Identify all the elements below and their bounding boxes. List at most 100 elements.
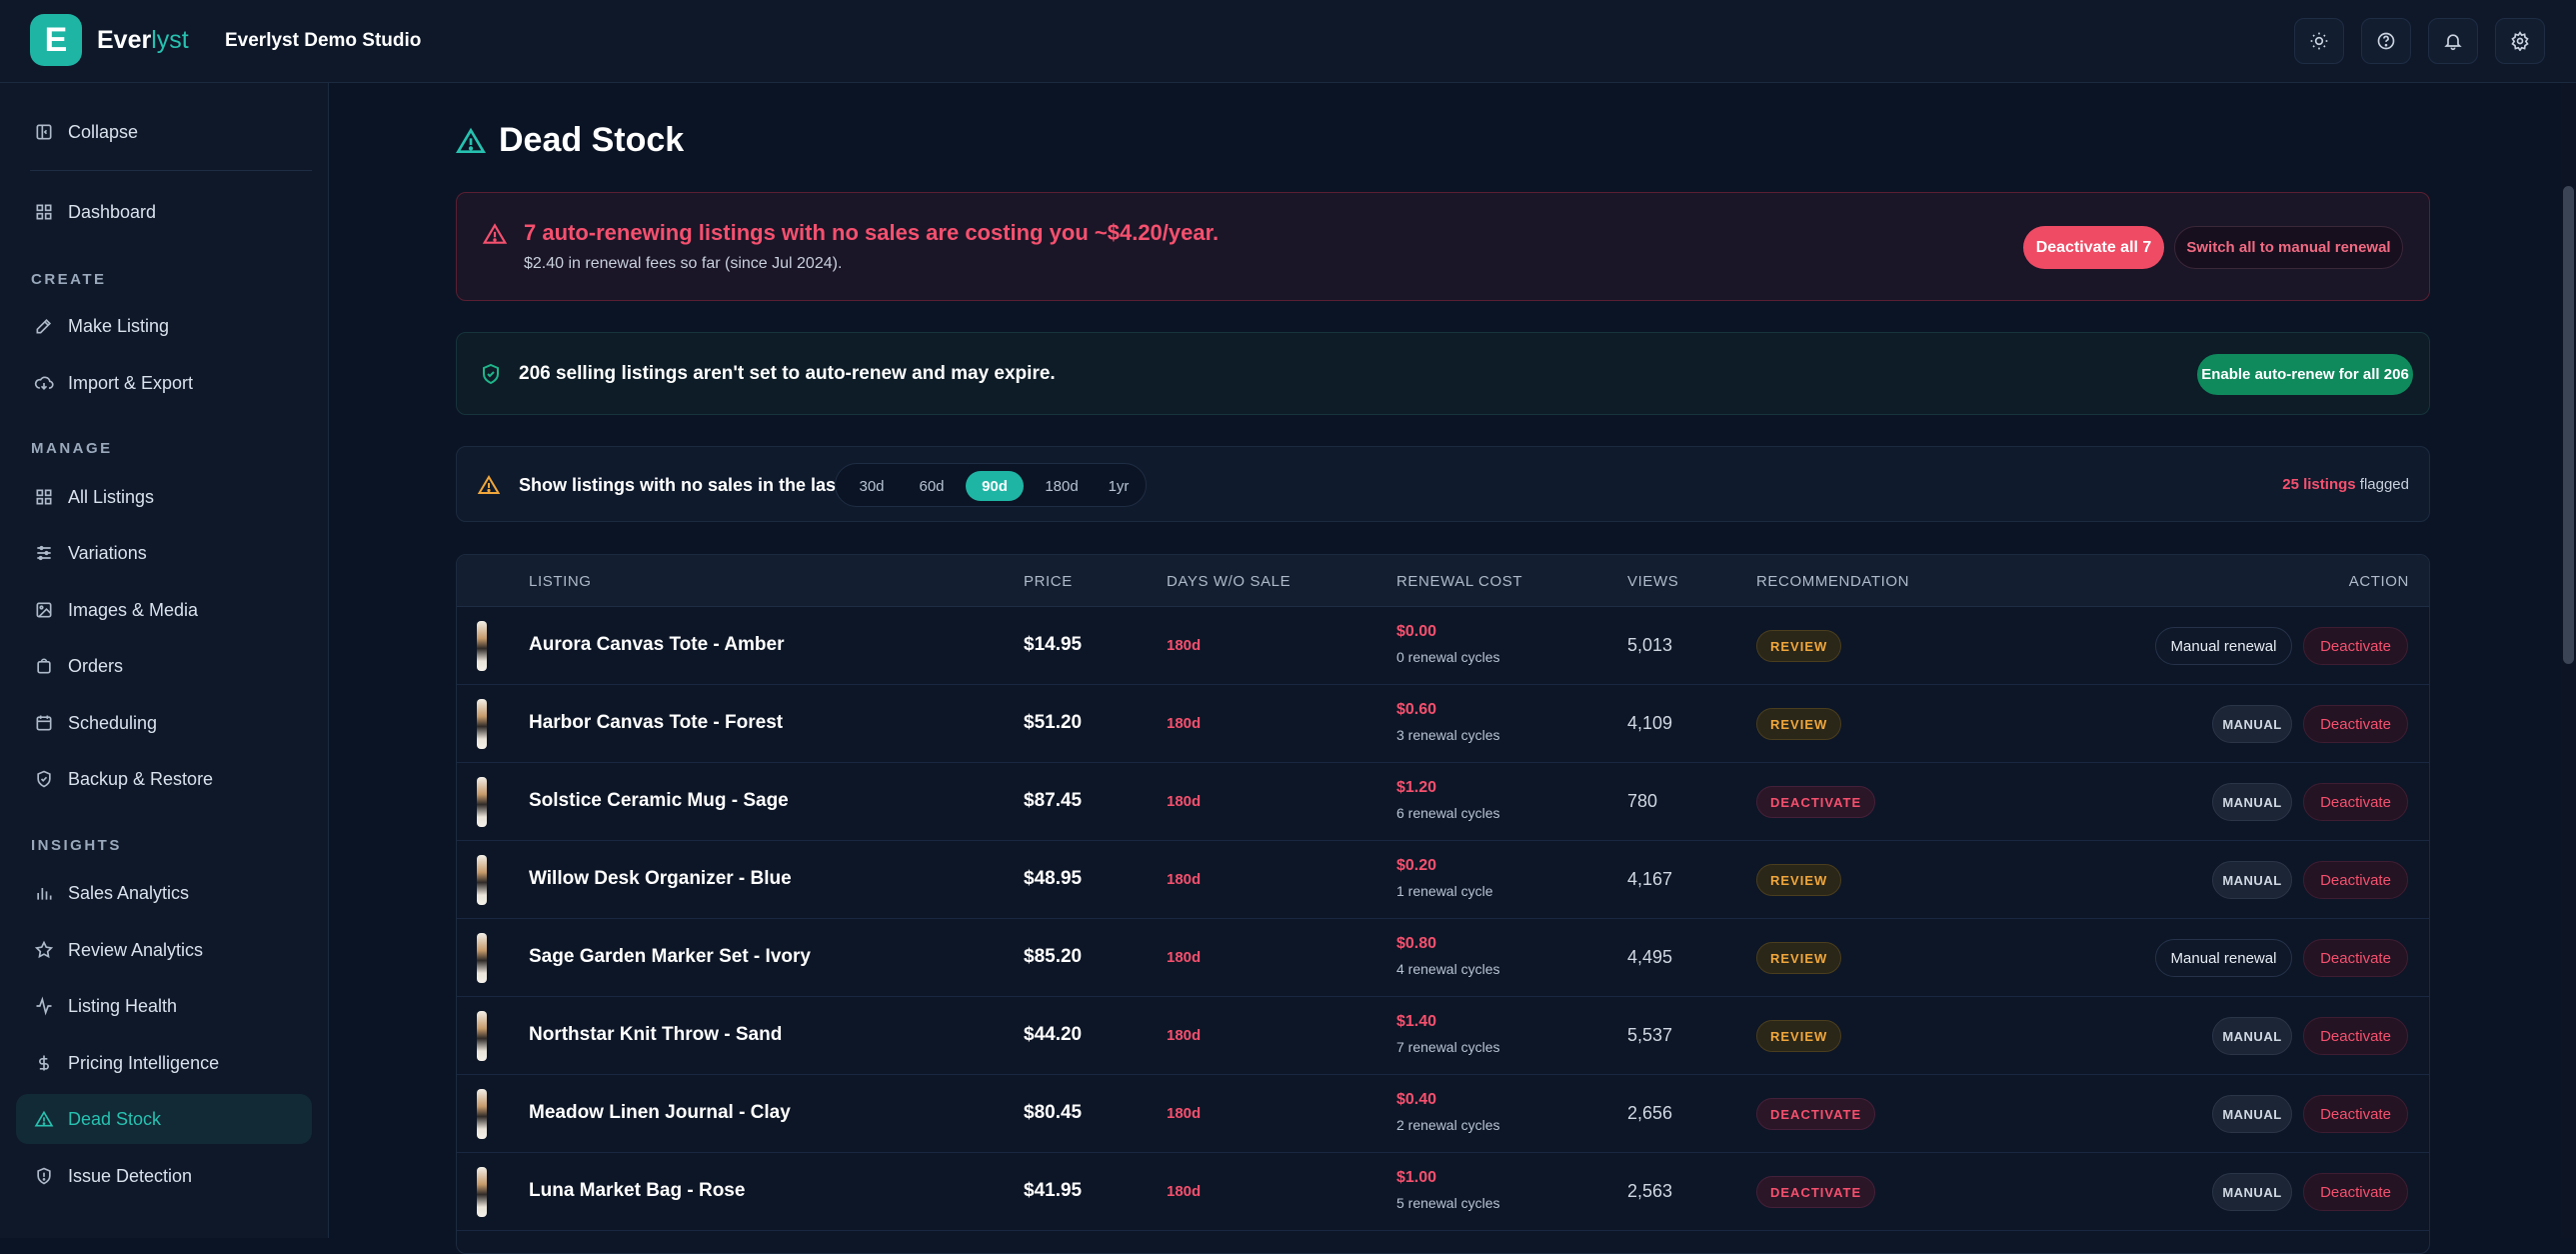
page-scrollbar[interactable]	[2561, 83, 2576, 1238]
sidebar-item-dashboard[interactable]: Dashboard	[16, 187, 312, 237]
deactivate-all-button[interactable]: Deactivate all 7	[2023, 226, 2164, 269]
manual-button[interactable]: MANUAL	[2212, 1017, 2292, 1055]
auto-renew-banner: 206 selling listings aren't set to auto-…	[456, 332, 2430, 415]
column-header-renewal-cost[interactable]: RENEWAL COST	[1396, 573, 1522, 590]
theme-toggle-button[interactable]	[2294, 18, 2344, 64]
studio-name[interactable]: Everlyst Demo Studio	[225, 30, 421, 52]
manual-renewal-button[interactable]: Manual renewal	[2155, 939, 2292, 977]
listing-thumbnail[interactable]	[477, 1011, 487, 1061]
logo-letter: E	[44, 20, 68, 59]
deactivate-button[interactable]: Deactivate	[2303, 861, 2408, 899]
listing-name[interactable]: Meadow Linen Journal - Clay	[529, 1102, 791, 1124]
column-header-views[interactable]: VIEWS	[1627, 573, 1678, 590]
period-option-30d[interactable]: 30d	[846, 471, 898, 501]
deactivate-button[interactable]: Deactivate	[2303, 1095, 2408, 1133]
sidebar-item-all-listings[interactable]: All Listings	[16, 472, 312, 522]
gear-icon	[2511, 31, 2529, 51]
deactivate-button[interactable]: Deactivate	[2303, 705, 2408, 743]
listing-name[interactable]: Sage Garden Marker Set - Ivory	[529, 946, 811, 968]
listing-name[interactable]: Northstar Knit Throw - Sand	[529, 1024, 782, 1046]
listing-name[interactable]: Willow Desk Organizer - Blue	[529, 868, 792, 890]
renewal-cycles: 5 renewal cycles	[1396, 1195, 1500, 1211]
listing-views: 4,495	[1627, 947, 1673, 967]
manual-button[interactable]: MANUAL	[2212, 705, 2292, 743]
listing-thumbnail[interactable]	[477, 855, 487, 905]
table-row[interactable]: Northstar Knit Throw - Sand $44.20 180d $1.…	[457, 997, 2429, 1075]
sidebar-item-scheduling[interactable]: Scheduling	[16, 698, 312, 748]
listing-price: $80.45	[1024, 1102, 1083, 1123]
star-icon	[34, 940, 54, 959]
renewal-cost: $1.20	[1396, 779, 1437, 796]
sidebar-item-orders[interactable]: Orders	[16, 641, 312, 691]
listing-price: $41.95	[1024, 1180, 1083, 1201]
app-logo[interactable]: E	[30, 14, 82, 66]
period-option-180d[interactable]: 180d	[1032, 471, 1092, 501]
listing-thumbnail[interactable]	[477, 699, 487, 749]
shield-alert-icon	[37, 1167, 51, 1185]
sidebar-item-listing-health[interactable]: Listing Health	[16, 981, 312, 1031]
sun-icon	[2310, 32, 2328, 50]
listing-views: 2,563	[1627, 1181, 1673, 1201]
table-row[interactable]: Sage Garden Marker Set - Ivory $85.20 180d…	[457, 919, 2429, 997]
alert-headline: 7 auto-renewing listings with no sales a…	[524, 220, 1220, 245]
listing-name[interactable]: Aurora Canvas Tote - Amber	[529, 634, 785, 656]
help-button[interactable]	[2361, 18, 2411, 64]
settings-button[interactable]	[2495, 18, 2545, 64]
table-row[interactable]: Harbor Canvas Tote - Forest $51.20 180d $0.…	[457, 685, 2429, 763]
table-row[interactable]: Willow Desk Organizer - Blue $48.95 180d $0…	[457, 841, 2429, 919]
period-option-60d[interactable]: 60d	[906, 471, 958, 501]
listing-thumbnail[interactable]	[477, 1167, 487, 1217]
switch-manual-renewal-button[interactable]: Switch all to manual renewal	[2174, 226, 2403, 269]
sidebar-item-images-media[interactable]: Images & Media	[16, 585, 312, 635]
manual-renewal-button[interactable]: Manual renewal	[2155, 627, 2292, 665]
table-row[interactable]: Aurora Canvas Tote - Amber $14.95 180d $0.0…	[457, 607, 2429, 685]
notifications-button[interactable]	[2428, 18, 2478, 64]
column-header-recommendation[interactable]: RECOMMENDATION	[1756, 573, 1909, 590]
sidebar-item-dead-stock[interactable]: Dead Stock	[16, 1094, 312, 1144]
listing-price: $87.45	[1024, 790, 1083, 811]
sidebar-label: Import & Export	[68, 372, 194, 393]
listing-name[interactable]: Solstice Ceramic Mug - Sage	[529, 790, 789, 812]
sidebar-item-variations[interactable]: Variations	[16, 528, 312, 578]
table-row[interactable]: Meadow Linen Journal - Clay $80.45 180d $0.…	[457, 1075, 2429, 1153]
deactivate-button[interactable]: Deactivate	[2303, 1173, 2408, 1211]
enable-auto-renew-button[interactable]: Enable auto-renew for all 206	[2197, 354, 2413, 395]
column-header-days[interactable]: DAYS W/O SALE	[1167, 573, 1290, 590]
period-option-1yr[interactable]: 1yr	[1098, 471, 1140, 501]
table-row[interactable]: Solstice Ceramic Mug - Sage $87.45 180d $1.…	[457, 763, 2429, 841]
sidebar-item-import-export[interactable]: Import & Export	[16, 358, 312, 408]
listing-thumbnail[interactable]	[477, 777, 487, 827]
sidebar-item-make-listing[interactable]: Make Listing	[16, 301, 312, 351]
listing-name[interactable]: Harbor Canvas Tote - Forest	[529, 712, 783, 734]
period-option-90d[interactable]: 90d	[966, 471, 1024, 501]
auto-renew-headline: 206 selling listings aren't set to auto-…	[519, 363, 1056, 384]
sliders-icon	[37, 545, 51, 561]
listing-thumbnail[interactable]	[477, 933, 487, 983]
column-header-listing[interactable]: LISTING	[529, 573, 592, 590]
collapse-button[interactable]: Collapse	[16, 107, 312, 157]
deactivate-button[interactable]: Deactivate	[2303, 939, 2408, 977]
sidebar-item-review-analytics[interactable]: Review Analytics	[16, 925, 312, 975]
scrollbar-thumb[interactable]	[2563, 186, 2574, 664]
manual-button[interactable]: MANUAL	[2212, 1095, 2292, 1133]
deactivate-button[interactable]: Deactivate	[2303, 1017, 2408, 1055]
deactivate-button[interactable]: Deactivate	[2303, 783, 2408, 821]
column-header-price[interactable]: PRICE	[1024, 573, 1073, 590]
manual-button[interactable]: MANUAL	[2212, 1173, 2292, 1211]
listing-thumbnail[interactable]	[477, 621, 487, 671]
cloud-sync-icon	[34, 376, 54, 391]
listing-thumbnail[interactable]	[477, 1089, 487, 1139]
bell-icon	[2444, 34, 2462, 51]
sidebar-item-backup-restore[interactable]: Backup & Restore	[16, 754, 312, 804]
sidebar-item-issue-detection[interactable]: Issue Detection	[16, 1151, 312, 1201]
sidebar-label: Dashboard	[68, 201, 157, 222]
deactivate-button[interactable]: Deactivate	[2303, 627, 2408, 665]
days-without-sale: 180d	[1167, 1183, 1202, 1200]
sidebar-item-sales-analytics[interactable]: Sales Analytics	[16, 868, 312, 918]
manual-button[interactable]: MANUAL	[2212, 783, 2292, 821]
page-title: Dead Stock	[455, 121, 684, 160]
listing-name[interactable]: Luna Market Bag - Rose	[529, 1180, 745, 1202]
table-row[interactable]: Luna Market Bag - Rose $41.95 180d $1.00 5 r…	[457, 1153, 2429, 1231]
manual-button[interactable]: MANUAL	[2212, 861, 2292, 899]
sidebar-item-pricing-intelligence[interactable]: Pricing Intelligence	[16, 1038, 312, 1088]
